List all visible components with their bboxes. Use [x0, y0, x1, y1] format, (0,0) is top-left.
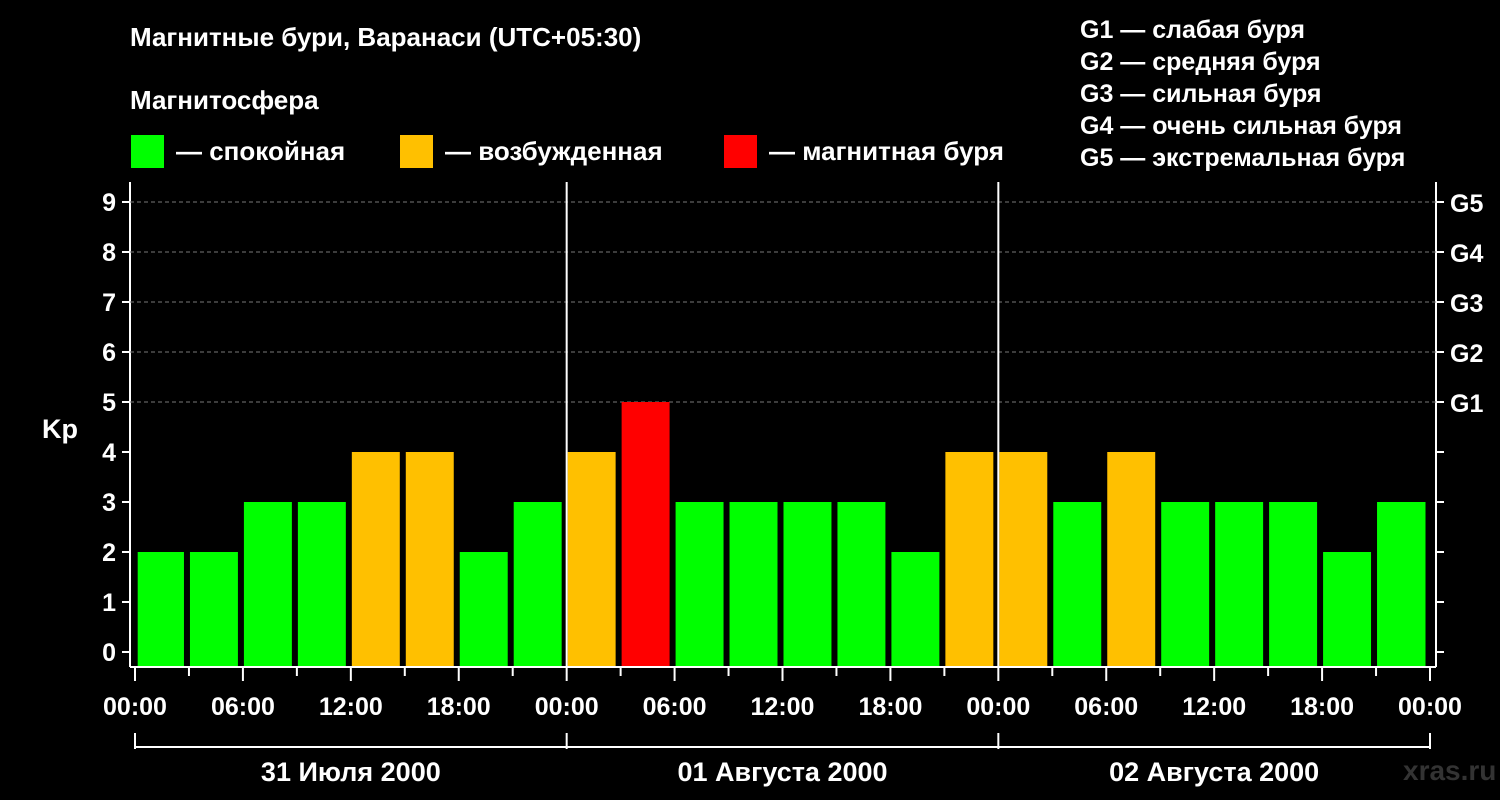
kp-bar	[1161, 502, 1210, 666]
g-scale-label: G4	[1450, 240, 1483, 268]
kp-bar	[567, 452, 616, 666]
y-tick-label: 4	[102, 439, 116, 467]
y-tick-label: 7	[102, 289, 116, 317]
kp-chart: 0 1 2 3 4 5 6 7 8 9 G1 G2 G3 G4 G5 Kp 00:00 06:00 12:00 18:…	[42, 182, 1483, 787]
kp-bar	[621, 402, 670, 666]
x-tick-label: 06:00	[211, 693, 275, 721]
kp-bar	[1323, 552, 1372, 666]
x-tick-label: 06:00	[1074, 693, 1138, 721]
x-tick-label: 12:00	[319, 693, 383, 721]
x-tick-label: 18:00	[427, 693, 491, 721]
kp-bar	[137, 552, 184, 666]
kp-bar	[189, 552, 238, 666]
kp-bar	[1377, 502, 1426, 666]
x-tick-label: 00:00	[966, 693, 1030, 721]
y-tick-label: 5	[102, 389, 116, 417]
g-scale-label: G5	[1450, 190, 1483, 218]
g-scale-label: G2	[1450, 340, 1483, 368]
x-tick-label: 18:00	[1290, 693, 1354, 721]
kp-bar	[945, 452, 994, 666]
g-scale-label: G3	[1450, 290, 1483, 318]
y-tick-label: 9	[102, 189, 116, 217]
kp-bar	[459, 552, 508, 666]
y-tick-label: 6	[102, 339, 116, 367]
kp-bar	[1269, 502, 1318, 666]
kp-bar	[1053, 502, 1102, 666]
kp-bar	[729, 502, 778, 666]
kp-bar	[243, 502, 292, 666]
x-tick-label: 00:00	[103, 693, 167, 721]
x-tick-label: 06:00	[643, 693, 707, 721]
day-label: 01 Августа 2000	[677, 757, 887, 787]
kp-bar	[405, 452, 454, 666]
day-label: 31 Июля 2000	[261, 757, 441, 787]
y-tick-label: 3	[102, 489, 116, 517]
x-tick-label: 18:00	[858, 693, 922, 721]
kp-bar	[783, 502, 832, 666]
x-tick-label: 12:00	[751, 693, 815, 721]
kp-bar	[297, 502, 346, 666]
kp-bar	[351, 452, 400, 666]
x-tick-label: 00:00	[535, 693, 599, 721]
kp-bar	[837, 502, 886, 666]
x-tick-label: 00:00	[1398, 693, 1462, 721]
kp-bar	[891, 552, 940, 666]
y-tick-label: 2	[102, 539, 116, 567]
kp-bar	[1107, 452, 1156, 666]
y-tick-label: 8	[102, 239, 116, 267]
x-tick-label: 12:00	[1182, 693, 1246, 721]
kp-bar	[999, 452, 1048, 666]
y-tick-label: 1	[102, 589, 116, 617]
y-axis-label: Kp	[42, 414, 78, 444]
kp-bar	[1215, 502, 1264, 666]
g-scale-label: G1	[1450, 390, 1483, 418]
watermark: xras.ru	[1403, 755, 1497, 786]
y-tick-label: 0	[102, 639, 116, 667]
day-label: 02 Августа 2000	[1109, 757, 1319, 787]
kp-bar	[513, 502, 562, 666]
kp-bar	[675, 502, 724, 666]
